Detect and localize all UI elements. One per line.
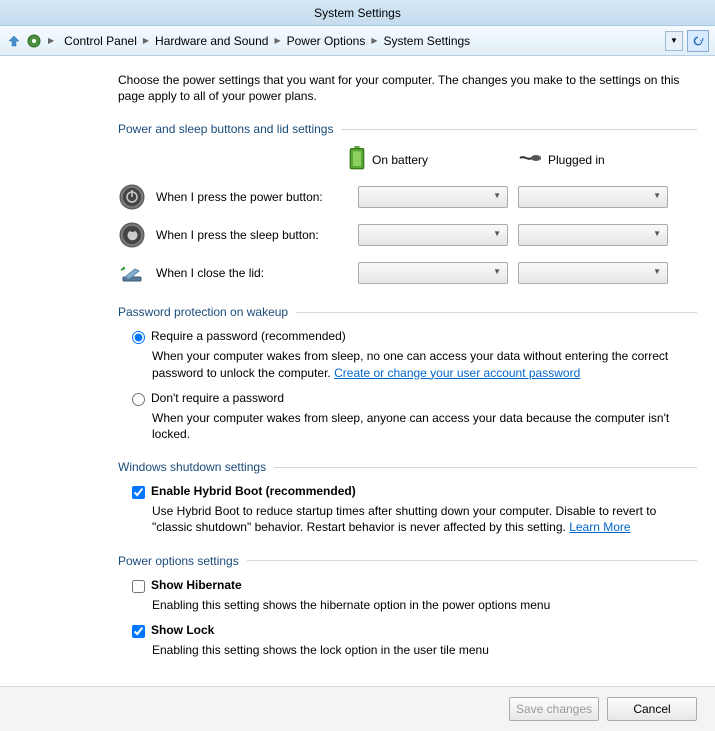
show-lock-desc: Enabling this setting shows the lock opt…	[152, 642, 697, 658]
battery-icon	[348, 146, 366, 173]
hybrid-boot-desc: Use Hybrid Boot to reduce startup times …	[152, 503, 697, 535]
show-hibernate-checkbox[interactable]	[132, 580, 145, 593]
section-title-buttons: Power and sleep buttons and lid settings	[118, 122, 697, 136]
no-password-option[interactable]: Don't require a password	[132, 391, 697, 406]
intro-text: Choose the power settings that you want …	[118, 72, 697, 104]
create-password-link[interactable]: Create or change your user account passw…	[334, 366, 580, 380]
section-title-shutdown: Windows shutdown settings	[118, 460, 697, 474]
sleep-button-battery-dropdown[interactable]	[358, 224, 508, 246]
require-password-option[interactable]: Require a password (recommended)	[132, 329, 697, 344]
breadcrumb: Control Panel ▶ Hardware and Sound ▶ Pow…	[60, 32, 661, 50]
row-sleep-button: When I press the sleep button:	[118, 221, 697, 249]
learn-more-link[interactable]: Learn More	[569, 520, 630, 534]
hybrid-boot-checkbox[interactable]	[132, 486, 145, 499]
breadcrumb-item-control-panel[interactable]: Control Panel	[60, 32, 141, 50]
power-button-plugged-dropdown[interactable]	[518, 186, 668, 208]
laptop-lid-icon	[118, 259, 146, 287]
sleep-button-icon	[118, 221, 146, 249]
chevron-right-icon: ▶	[46, 36, 56, 45]
window-titlebar: System Settings	[0, 0, 715, 26]
row-label: When I close the lid:	[156, 266, 348, 280]
column-header-battery: On battery	[348, 146, 498, 173]
shutdown-section: Windows shutdown settings Enable Hybrid …	[118, 460, 697, 535]
password-section: Password protection on wakeup Require a …	[118, 305, 697, 442]
breadcrumb-item-power[interactable]: Power Options	[283, 32, 370, 50]
breadcrumb-dropdown[interactable]: ▼	[665, 31, 683, 51]
section-title-poweropts: Power options settings	[118, 554, 697, 568]
row-power-button: When I press the power button:	[118, 183, 697, 211]
no-password-desc: When your computer wakes from sleep, any…	[152, 410, 697, 442]
refresh-button[interactable]	[687, 30, 709, 52]
power-button-battery-dropdown[interactable]	[358, 186, 508, 208]
close-lid-battery-dropdown[interactable]	[358, 262, 508, 284]
require-password-desc: When your computer wakes from sleep, no …	[152, 348, 697, 380]
section-title-password: Password protection on wakeup	[118, 305, 697, 319]
save-changes-button[interactable]: Save changes	[509, 697, 599, 721]
footer: Save changes Cancel	[0, 686, 715, 731]
breadcrumb-item-hardware[interactable]: Hardware and Sound	[151, 32, 272, 50]
row-close-lid: When I close the lid:	[118, 259, 697, 287]
up-icon[interactable]	[6, 33, 22, 49]
control-panel-icon	[26, 33, 42, 49]
show-hibernate-option[interactable]: Show Hibernate	[132, 578, 697, 593]
row-label: When I press the sleep button:	[156, 228, 348, 242]
chevron-right-icon: ▶	[141, 36, 151, 45]
window-title: System Settings	[314, 6, 401, 20]
buttons-lid-section: Power and sleep buttons and lid settings…	[118, 122, 697, 287]
power-button-icon	[118, 183, 146, 211]
show-lock-checkbox[interactable]	[132, 625, 145, 638]
column-header-plugged: Plugged in	[518, 146, 668, 173]
show-hibernate-desc: Enabling this setting shows the hibernat…	[152, 597, 697, 613]
main-content: Choose the power settings that you want …	[0, 56, 715, 686]
toolbar: ▶ Control Panel ▶ Hardware and Sound ▶ P…	[0, 26, 715, 56]
row-label: When I press the power button:	[156, 190, 348, 204]
sleep-button-plugged-dropdown[interactable]	[518, 224, 668, 246]
chevron-right-icon: ▶	[369, 36, 379, 45]
require-password-radio[interactable]	[132, 331, 145, 344]
breadcrumb-item-system-settings[interactable]: System Settings	[379, 32, 474, 50]
power-options-section: Power options settings Show Hibernate En…	[118, 554, 697, 658]
plug-icon	[518, 152, 542, 167]
close-lid-plugged-dropdown[interactable]	[518, 262, 668, 284]
chevron-right-icon: ▶	[272, 36, 282, 45]
cancel-button[interactable]: Cancel	[607, 697, 697, 721]
no-password-radio[interactable]	[132, 393, 145, 406]
show-lock-option[interactable]: Show Lock	[132, 623, 697, 638]
hybrid-boot-option[interactable]: Enable Hybrid Boot (recommended)	[132, 484, 697, 499]
